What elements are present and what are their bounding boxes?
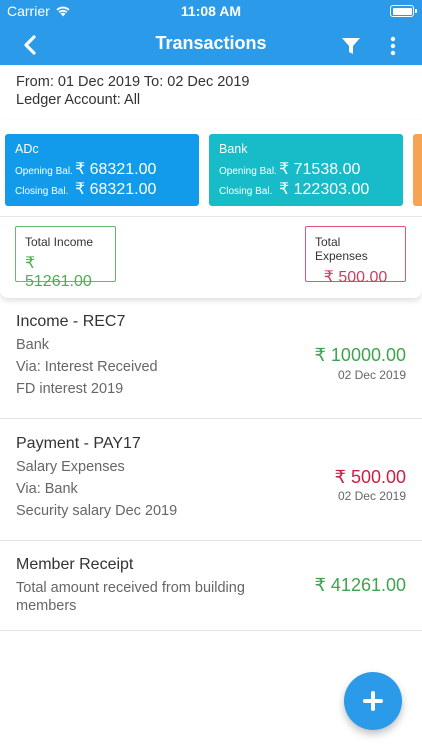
closing-balance-value: ₹ 122303.00 [279,181,370,198]
transaction-account: Salary Expenses [16,459,125,475]
period-info: From: 01 Dec 2019 To: 02 Dec 2019 Ledger… [16,73,249,109]
transaction-date: 02 Dec 2019 [337,489,406,503]
opening-balance-value: ₹ 68321.00 [75,161,157,178]
account-card-bank[interactable]: Bank Opening Bal. ₹ 71538.00 Closing Bal… [209,134,403,206]
opening-balance-value: ₹ 71538.00 [279,161,361,178]
total-income-value: ₹ 51261.00 [25,255,92,290]
transaction-note: Security salary Dec 2019 [16,503,178,519]
transaction-title: Payment - PAY17 [16,435,141,452]
account-card-adc[interactable]: ADc Opening Bal. ₹ 68321.00 Closing Bal.… [5,134,199,206]
opening-balance-label: Opening Bal. [15,166,73,177]
date-range: From: 01 Dec 2019 To: 02 Dec 2019 [16,74,250,90]
app-header: Carrier 11:08 AM Transactions [0,0,422,65]
account-card-next[interactable] [413,134,422,206]
transaction-account: Bank [16,337,50,353]
add-transaction-button[interactable] [344,672,402,730]
status-time: 11:08 AM [180,3,242,19]
transaction-amount: ₹ 500.00 [334,467,406,487]
transaction-item[interactable]: Payment - PAY17 Salary Expenses Via: Ban… [0,420,422,541]
transaction-description-cont: members [16,598,77,614]
transaction-item[interactable]: Member Receipt Total amount received fro… [0,542,422,631]
closing-balance-label: Closing Bal. [15,186,69,197]
transaction-title: Member Receipt [16,556,134,573]
total-income-box: Total Income ₹ 51261.00 [15,226,116,290]
filter-icon[interactable] [340,35,362,57]
total-expenses-value: ₹ 500.00 [323,269,388,286]
transaction-amount: ₹ 10000.00 [314,345,406,365]
total-expenses-label: Total Expenses [315,235,368,263]
transaction-amount: ₹ 41261.00 [314,575,406,595]
ledger-account: Ledger Account: All [16,92,141,108]
account-name: Bank [219,142,248,156]
closing-balance-label: Closing Bal. [219,186,273,197]
transaction-date: 02 Dec 2019 [337,368,406,382]
transaction-title: Income - REC7 [16,313,126,330]
status-bar: Carrier 11:08 AM [0,0,422,22]
opening-balance-label: Opening Bal. [219,166,277,177]
account-name: ADc [15,142,39,156]
divider [0,216,422,217]
summary-card: ADc Opening Bal. ₹ 68321.00 Closing Bal.… [0,120,422,298]
transaction-via: Via: Bank [16,481,78,497]
more-vertical-icon[interactable] [386,35,400,57]
transaction-via: Via: Interest Received [16,359,158,375]
transaction-note: FD interest 2019 [16,381,124,397]
transaction-item[interactable]: Income - REC7 Bank Via: Interest Receive… [0,299,422,419]
total-income-label: Total Income [25,235,94,249]
closing-balance-value: ₹ 68321.00 [75,181,157,198]
total-expenses-box: Total Expenses ₹ 500.00 [305,226,406,286]
battery-icon [390,5,417,17]
transaction-description: Total amount received from building [16,580,245,596]
